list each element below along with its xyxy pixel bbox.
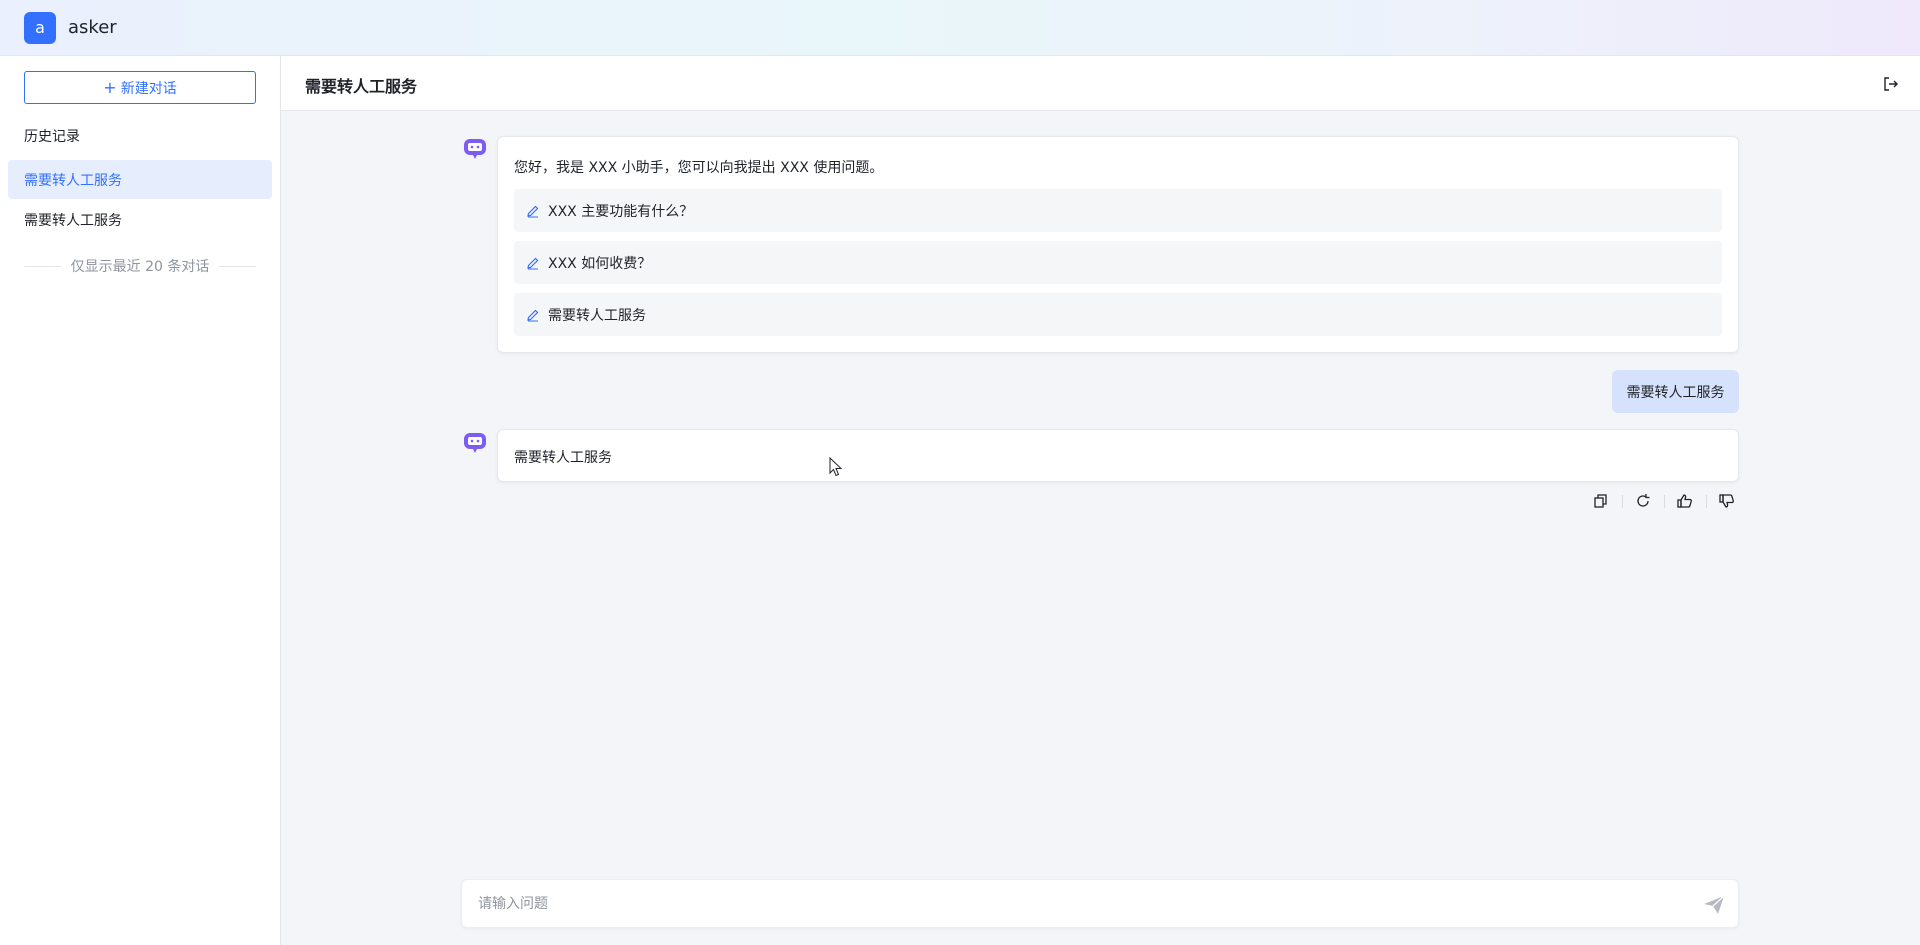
send-icon[interactable] — [1702, 893, 1726, 917]
plus-icon: + — [103, 77, 117, 97]
pencil-icon — [527, 205, 539, 217]
greeting-text: 您好，我是 XXX 小助手，您可以向我提出 XXX 使用问题。 — [514, 160, 884, 176]
suggestion-item[interactable]: XXX 主要功能有什么？ — [514, 189, 1722, 232]
thumbs-up-icon[interactable] — [1676, 492, 1694, 510]
thumbs-down-icon[interactable] — [1718, 492, 1736, 510]
user-message-bubble: 需要转人工服务 — [1612, 370, 1739, 413]
sidebar: + 新建对话 历史记录 需要转人工服务 需要转人工服务 仅显示最近 20 条对话 — [0, 56, 281, 945]
bot-answer-text: 需要转人工服务 — [514, 450, 612, 466]
new-chat-button[interactable]: + 新建对话 — [24, 71, 256, 104]
user-message-text: 需要转人工服务 — [1626, 384, 1725, 401]
history-limit-text: 仅显示最近 20 条对话 — [70, 259, 210, 275]
sidebar-item-label: 需要转人工服务 — [24, 172, 122, 189]
bot-avatar-icon — [464, 433, 486, 453]
copy-icon[interactable] — [1592, 492, 1610, 510]
divider — [1664, 495, 1665, 508]
question-input[interactable] — [478, 880, 1678, 927]
pencil-icon — [527, 257, 539, 269]
divider — [24, 265, 61, 267]
bot-answer-message: 需要转人工服务 — [497, 429, 1739, 482]
main-header: 需要转人工服务 — [281, 56, 1920, 111]
history-limit-note: 仅显示最近 20 条对话 — [24, 256, 256, 276]
app-logo: a — [24, 11, 56, 44]
question-input-box — [461, 879, 1739, 928]
sidebar-item-history-1[interactable]: 需要转人工服务 — [8, 160, 272, 199]
suggestion-label: 需要转人工服务 — [548, 307, 646, 324]
history-title: 历史记录 — [24, 129, 80, 145]
divider — [1622, 495, 1623, 508]
sidebar-item-label: 需要转人工服务 — [24, 212, 122, 229]
refresh-icon[interactable] — [1634, 492, 1652, 510]
suggestion-item[interactable]: XXX 如何收费？ — [514, 241, 1722, 284]
top-bar: a asker — [0, 0, 1920, 56]
bot-welcome-message: 您好，我是 XXX 小助手，您可以向我提出 XXX 使用问题。 XXX 主要功能… — [497, 136, 1739, 353]
new-chat-label: 新建对话 — [120, 80, 177, 97]
divider — [1706, 495, 1707, 508]
page-title: 需要转人工服务 — [305, 77, 418, 96]
logout-icon[interactable] — [1881, 74, 1901, 94]
mouse-cursor-icon — [829, 457, 843, 477]
pencil-icon — [527, 309, 539, 321]
suggestion-label: XXX 如何收费？ — [548, 255, 652, 272]
suggestion-item[interactable]: 需要转人工服务 — [514, 293, 1722, 336]
bot-avatar-icon — [464, 139, 486, 159]
app-name: asker — [68, 17, 117, 38]
app-logo-letter: a — [35, 18, 45, 37]
divider — [219, 265, 256, 267]
suggestion-label: XXX 主要功能有什么？ — [548, 203, 694, 220]
sidebar-item-history-2[interactable]: 需要转人工服务 — [8, 200, 272, 239]
